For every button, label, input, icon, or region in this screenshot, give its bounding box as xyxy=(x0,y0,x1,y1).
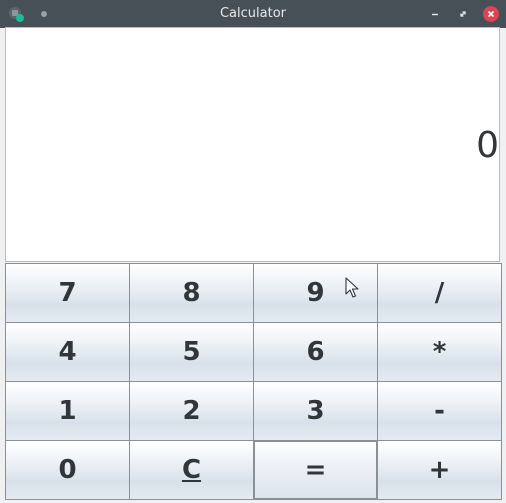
key-9[interactable]: 9 xyxy=(253,263,378,323)
key-6[interactable]: 6 xyxy=(253,322,378,382)
key-5[interactable]: 5 xyxy=(129,322,254,382)
key-2[interactable]: 2 xyxy=(129,381,254,441)
key-equals[interactable]: = xyxy=(253,440,378,500)
key-label: / xyxy=(434,278,445,308)
key-label: 6 xyxy=(306,337,325,367)
close-icon[interactable] xyxy=(483,6,499,22)
key-divide[interactable]: / xyxy=(377,263,502,323)
key-8[interactable]: 8 xyxy=(129,263,254,323)
key-1[interactable]: 1 xyxy=(5,381,130,441)
key-label: 3 xyxy=(306,396,325,426)
result-display: 0 xyxy=(5,27,500,262)
key-4[interactable]: 4 xyxy=(5,322,130,382)
key-label: 4 xyxy=(58,337,77,367)
key-label: 5 xyxy=(182,337,201,367)
key-label: 8 xyxy=(182,278,201,308)
key-clear[interactable]: C xyxy=(129,440,254,500)
restore-icon[interactable] xyxy=(455,6,471,22)
minimize-icon[interactable] xyxy=(427,6,443,22)
key-3[interactable]: 3 xyxy=(253,381,378,441)
calculator-window: Calculator 0 7 8 9 / 4 5 6 * 1 2 3 - 0 C… xyxy=(0,0,506,503)
key-label: + xyxy=(428,455,451,485)
key-label: 2 xyxy=(182,396,201,426)
key-add[interactable]: + xyxy=(377,440,502,500)
key-label: 1 xyxy=(58,396,77,426)
key-subtract[interactable]: - xyxy=(377,381,502,441)
keypad: 7 8 9 / 4 5 6 * 1 2 3 - 0 C = + xyxy=(5,263,502,500)
key-label: 0 xyxy=(58,455,77,485)
key-label: = xyxy=(304,455,327,485)
key-7[interactable]: 7 xyxy=(5,263,130,323)
key-label: 7 xyxy=(58,278,77,308)
title-bar[interactable]: Calculator xyxy=(0,0,506,28)
key-label: 9 xyxy=(306,278,325,308)
key-label: - xyxy=(434,396,445,426)
key-multiply[interactable]: * xyxy=(377,322,502,382)
display-value: 0 xyxy=(476,125,499,166)
key-label: * xyxy=(432,337,447,367)
key-0[interactable]: 0 xyxy=(5,440,130,500)
key-label: C xyxy=(181,455,202,485)
mouse-pointer-icon xyxy=(345,277,359,299)
